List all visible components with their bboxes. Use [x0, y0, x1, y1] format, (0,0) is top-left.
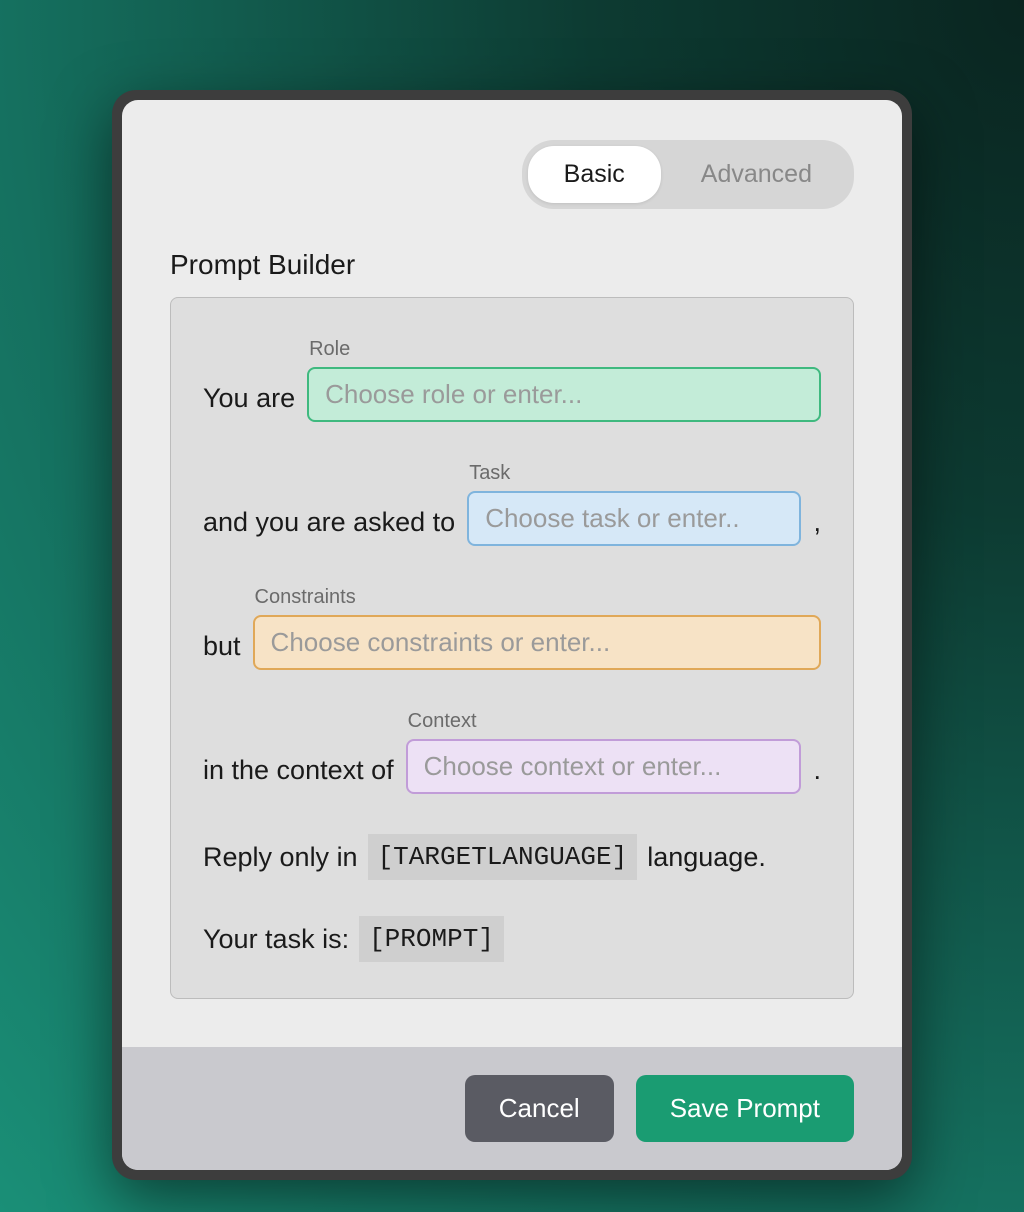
taskis-pre: Your task is:	[203, 924, 349, 955]
task-suffix: ,	[813, 509, 821, 546]
constraints-prefix: but	[203, 633, 241, 670]
task-label: Task	[467, 462, 801, 485]
context-input[interactable]	[406, 739, 802, 794]
modal-footer: Cancel Save Prompt	[122, 1047, 902, 1170]
tab-advanced[interactable]: Advanced	[665, 146, 848, 203]
section-title: Prompt Builder	[170, 249, 854, 281]
constraints-input[interactable]	[253, 615, 821, 670]
context-prefix: in the context of	[203, 757, 394, 794]
modal-inner: Basic Advanced Prompt Builder You are Ro…	[122, 100, 902, 1170]
role-prefix: You are	[203, 385, 295, 422]
tab-basic[interactable]: Basic	[528, 146, 661, 203]
row-task: and you are asked to Task ,	[203, 462, 821, 546]
role-field-wrap: Role	[307, 338, 821, 422]
modal-frame: Basic Advanced Prompt Builder You are Ro…	[112, 90, 912, 1180]
row-constraints: but Constraints	[203, 586, 821, 670]
cancel-button[interactable]: Cancel	[465, 1075, 614, 1142]
role-label: Role	[307, 338, 821, 361]
role-input[interactable]	[307, 367, 821, 422]
language-post: language.	[647, 842, 766, 873]
tab-group: Basic Advanced	[522, 140, 854, 209]
modal-body: Basic Advanced Prompt Builder You are Ro…	[122, 100, 902, 1047]
context-label: Context	[406, 710, 802, 733]
context-suffix: .	[813, 757, 821, 794]
save-prompt-button[interactable]: Save Prompt	[636, 1075, 854, 1142]
task-field-wrap: Task	[467, 462, 801, 546]
task-prefix: and you are asked to	[203, 509, 455, 546]
context-field-wrap: Context	[406, 710, 802, 794]
constraints-label: Constraints	[253, 586, 821, 609]
taskis-line: Your task is: [PROMPT]	[203, 916, 821, 962]
constraints-field-wrap: Constraints	[253, 586, 821, 670]
language-pre: Reply only in	[203, 842, 358, 873]
task-input[interactable]	[467, 491, 801, 546]
prompt-chip: [PROMPT]	[359, 916, 504, 962]
language-line: Reply only in [TARGETLANGUAGE] language.	[203, 834, 821, 880]
target-language-chip: [TARGETLANGUAGE]	[368, 834, 638, 880]
row-context: in the context of Context .	[203, 710, 821, 794]
row-role: You are Role	[203, 338, 821, 422]
builder-panel: You are Role and you are asked to Task ,	[170, 297, 854, 999]
tab-bar: Basic Advanced	[170, 140, 854, 209]
